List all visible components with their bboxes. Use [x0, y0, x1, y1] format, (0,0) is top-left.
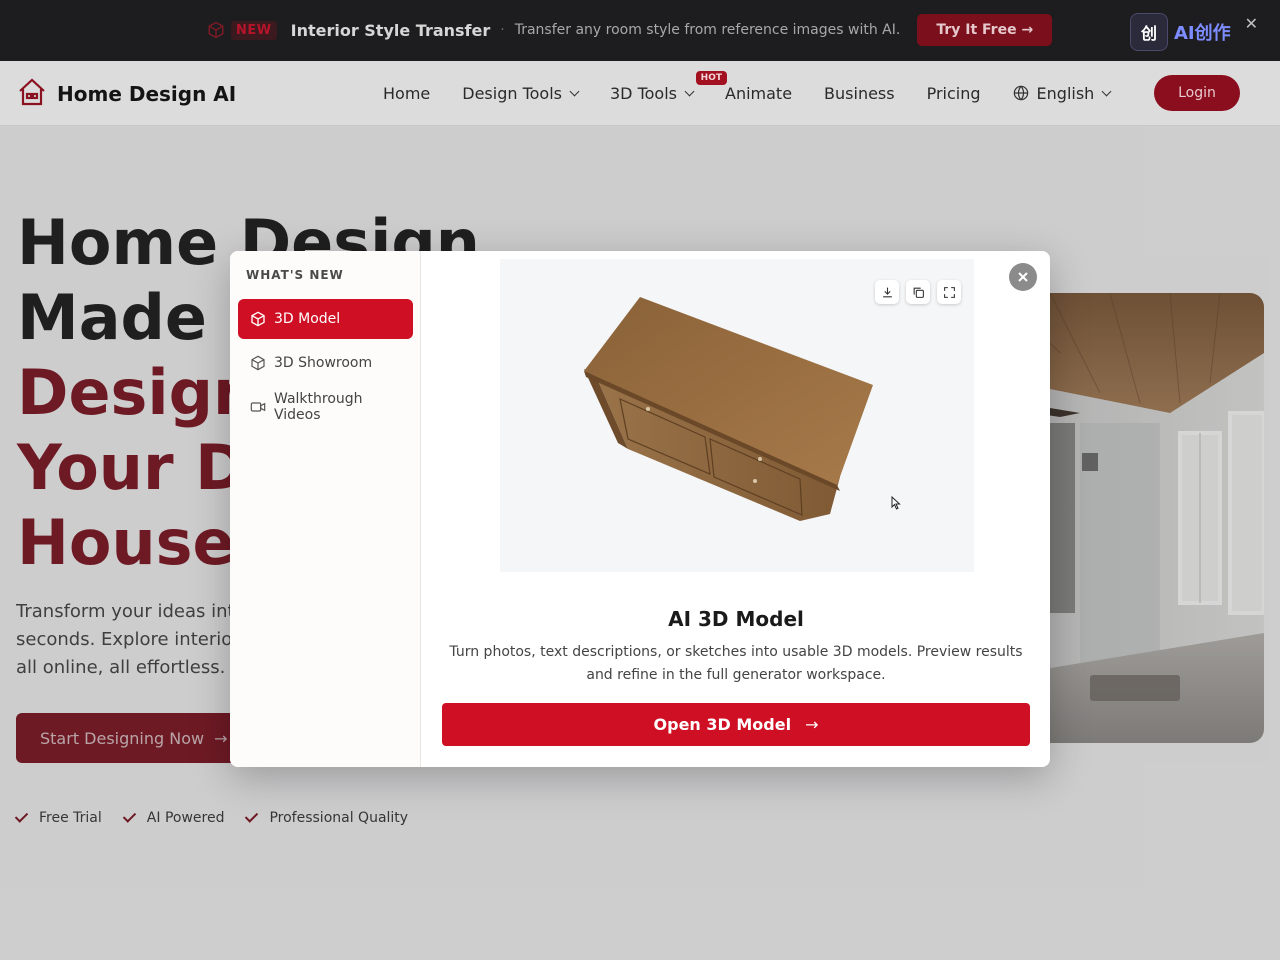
partner-logo-icon: 创 [1130, 13, 1168, 51]
new-badge: NEW [231, 20, 277, 40]
chevron-down-icon [1101, 86, 1112, 96]
arrow-right-icon: → [805, 715, 819, 734]
navbar: Home Design AI Home Design Tools 3D Tool… [0, 61, 1280, 126]
sidebar-item-label: 3D Showroom [274, 355, 373, 371]
promo-title: Interior Style Transfer [290, 20, 491, 40]
sidebar-item-label: Walkthrough Videos [274, 391, 363, 423]
language-selector[interactable]: English [1013, 83, 1112, 103]
sidebar-title: WHAT'S NEW [246, 268, 344, 282]
modal-title: AI 3D Model [668, 607, 804, 631]
partner-logo[interactable]: 创 AI创作 [1130, 13, 1231, 51]
whats-new-modal: WHAT'S NEW 3D Model 3D Showroom Walkthro… [230, 251, 1050, 767]
nav-animate[interactable]: Animate [725, 84, 792, 103]
cabinet-3d-model[interactable] [500, 259, 974, 572]
close-modal-button[interactable] [1009, 263, 1037, 291]
nav-home-label: Home [383, 83, 431, 103]
3d-model-viewer[interactable] [500, 259, 974, 572]
close-icon [1018, 272, 1028, 282]
video-camera-icon [250, 399, 266, 415]
sidebar-item-walkthrough-videos[interactable]: Walkthrough Videos [238, 387, 413, 427]
cube-icon [250, 311, 266, 327]
promo-description: Transfer any room style from reference i… [514, 22, 901, 38]
hot-badge: HOT [695, 70, 727, 85]
language-label: English [1036, 83, 1095, 103]
house-logo-icon [17, 77, 47, 111]
chevron-down-icon [684, 86, 695, 96]
nav-business-label: Business [824, 83, 895, 103]
nav-business[interactable]: Business [824, 84, 895, 103]
nav-3d-tools[interactable]: 3D Tools HOT [610, 70, 727, 103]
modal-main: AI 3D Model Turn photos, text descriptio… [422, 251, 1050, 767]
login-button[interactable]: Login [1154, 75, 1240, 111]
download-icon[interactable] [875, 280, 899, 304]
nav-animate-label: Animate [725, 83, 793, 103]
nav-3d-tools-label: 3D Tools [610, 83, 677, 103]
sidebar-item-3d-showroom[interactable]: 3D Showroom [238, 343, 413, 383]
sidebar-item-3d-model[interactable]: 3D Model [238, 299, 413, 339]
cube-icon [205, 19, 227, 41]
fullscreen-icon[interactable] [937, 280, 961, 304]
nav-pricing-label: Pricing [926, 83, 981, 103]
nav-design-tools-label: Design Tools [462, 83, 562, 103]
nav-pricing[interactable]: Pricing [927, 84, 981, 103]
globe-icon [1013, 85, 1029, 101]
open-3d-model-button[interactable]: Open 3D Model → [442, 703, 1030, 746]
close-icon[interactable]: ✕ [1245, 14, 1258, 33]
nav-home[interactable]: Home [383, 84, 430, 103]
modal-description: Turn photos, text descriptions, or sketc… [449, 644, 1023, 683]
partner-logo-text: AI创作 [1174, 23, 1231, 44]
brand-name: Home Design AI [57, 82, 237, 106]
brand[interactable]: Home Design AI [17, 77, 236, 111]
promo-content: NEW Interior Style Transfer · Transfer a… [205, 14, 1053, 46]
modal-sidebar: WHAT'S NEW 3D Model 3D Showroom Walkthro… [230, 251, 421, 767]
copy-icon[interactable] [906, 280, 930, 304]
sidebar-item-label: 3D Model [274, 311, 341, 327]
try-it-free-button[interactable]: Try It Free → [917, 14, 1053, 46]
open-3d-model-label: Open 3D Model [653, 715, 792, 734]
mouse-cursor-icon [891, 495, 901, 514]
nav-design-tools[interactable]: Design Tools [462, 83, 580, 103]
cube-outline-icon [250, 355, 266, 371]
chevron-down-icon [569, 86, 580, 96]
promo-banner: NEW Interior Style Transfer · Transfer a… [0, 0, 1280, 61]
promo-separator: · [500, 22, 505, 38]
main-menu: Home Design Tools 3D Tools HOT Animate Bu… [383, 70, 1142, 106]
